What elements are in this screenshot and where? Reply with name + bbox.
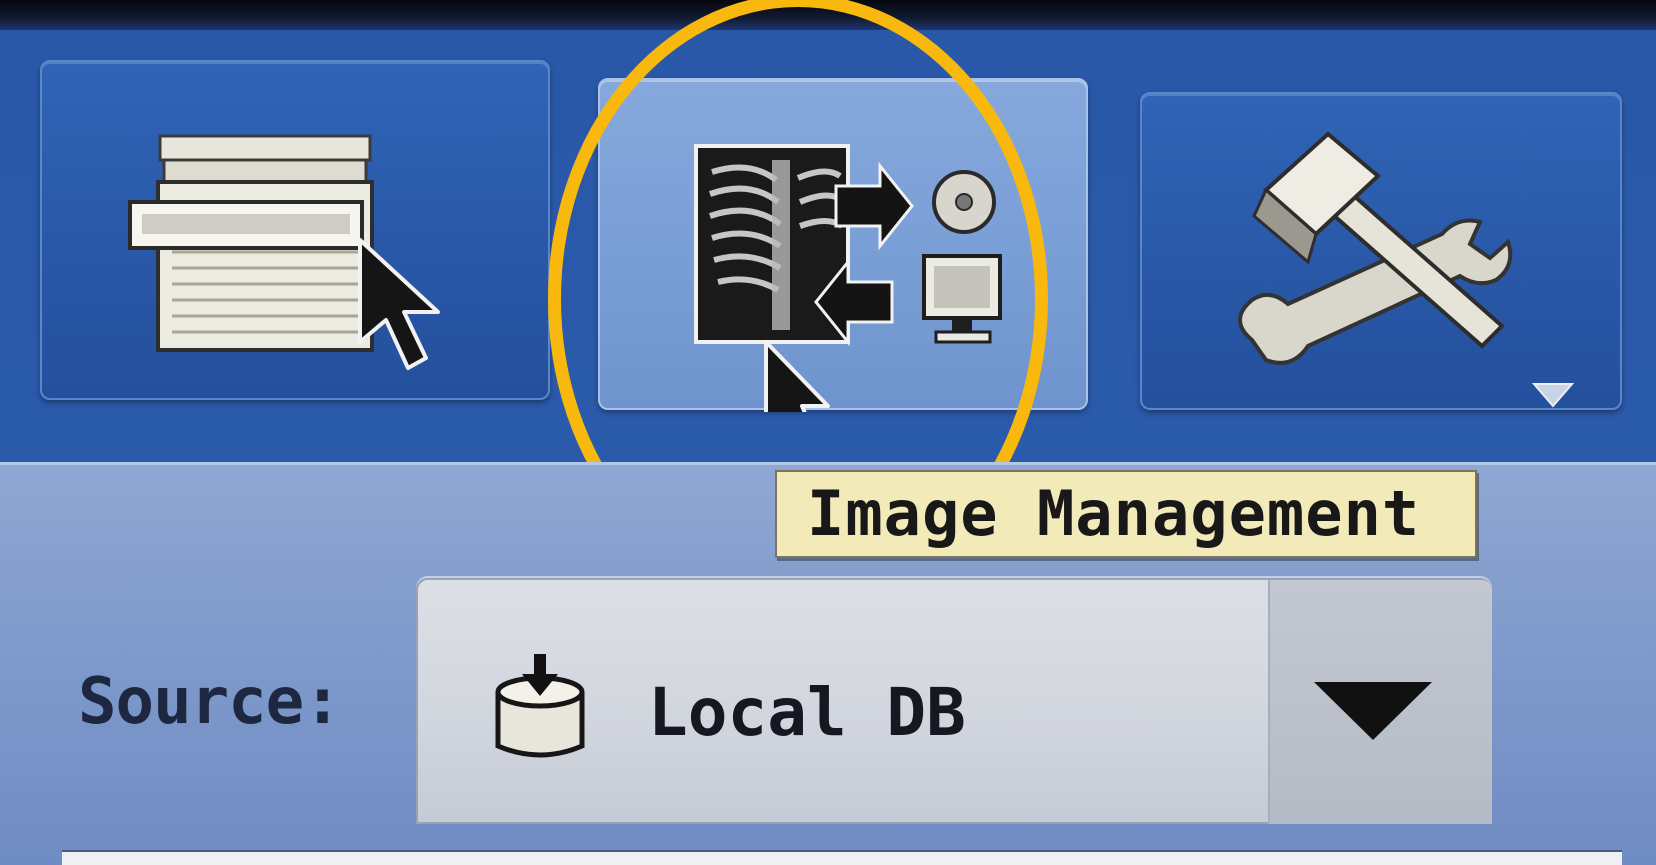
screen-top-edge [0,0,1656,30]
image-management-button[interactable] [598,78,1088,412]
application-window: Image Management Source: Local DB [0,0,1656,865]
image-management-icon [694,144,1002,412]
main-toolbar [0,0,1656,604]
source-selected-value: Local DB [648,674,966,751]
chevron-down-icon[interactable] [1308,676,1438,746]
worklist-form-icon [128,134,440,370]
results-list-top-edge [62,850,1622,865]
image-management-tooltip: Image Management [775,470,1477,558]
worklist-button[interactable] [40,60,550,400]
dropdown-triangle-icon[interactable] [1142,94,1624,412]
source-label: Source: [78,665,342,739]
database-icon [495,654,585,758]
tools-button[interactable] [1140,92,1622,410]
